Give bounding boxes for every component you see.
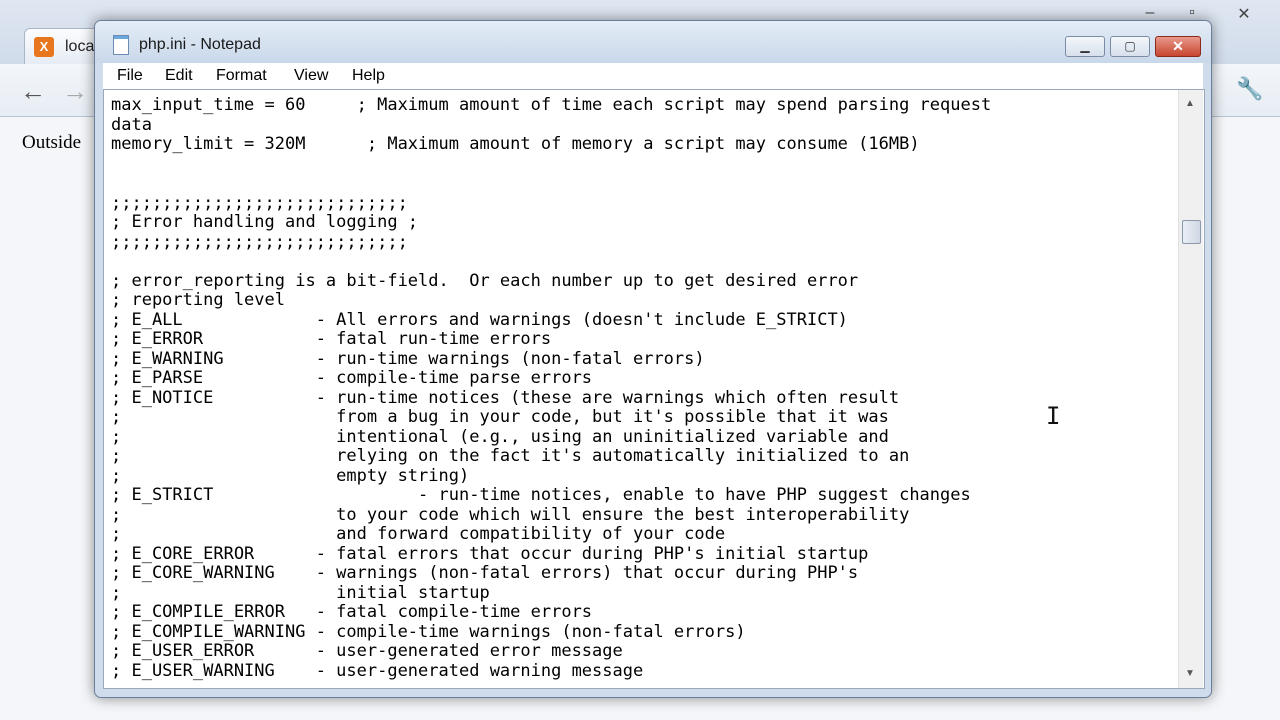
text-line: ; E_COMPILE_WARNING - compile-time warni… — [111, 621, 746, 642]
text-line — [111, 174, 1173, 194]
scroll-down-arrow-icon[interactable]: ▼ — [1185, 668, 1195, 679]
text-line — [111, 155, 1173, 175]
browser-page-text: Outside — [22, 132, 82, 153]
text-line: ; E_ERROR - fatal run-time errors — [111, 329, 552, 349]
text-line: ; error_reporting is a bit-field. Or eac… — [111, 270, 859, 291]
text-line: ; E_CORE_ERROR - fatal errors that occur… — [111, 543, 869, 564]
text-line: ; initial startup — [111, 582, 490, 603]
text-line: ; intentional (e.g., using an uninitiali… — [111, 426, 889, 447]
menu-bar: File Edit Format View Help — [103, 63, 1203, 89]
browser-tab-title: loca — [65, 38, 95, 55]
window-title: php.ini - Notepad — [139, 36, 261, 53]
text-line: ; Error handling and logging ; — [111, 212, 419, 232]
notepad-titlebar[interactable]: php.ini - Notepad ▁ ▢ ✕ — [95, 21, 1211, 63]
text-line: ;;;;;;;;;;;;;;;;;;;;;;;;;;;;; — [111, 231, 408, 252]
close-button[interactable]: ✕ — [1155, 36, 1201, 57]
back-arrow-icon[interactable]: ← — [20, 76, 46, 107]
text-line: data — [111, 114, 152, 135]
text-line: ;;;;;;;;;;;;;;;;;;;;;;;;;;;;; — [111, 192, 408, 213]
vertical-scrollbar[interactable]: ▲ ▼ — [1178, 90, 1203, 688]
text-line: ; E_USER_ERROR - user-generated error me… — [111, 641, 623, 661]
text-line: ; E_NOTICE - run-time notices (these are… — [111, 387, 900, 408]
text-line — [111, 252, 1173, 272]
text-line: ; E_COMPILE_ERROR - fatal compile-time e… — [111, 602, 593, 622]
menu-file[interactable]: File — [117, 67, 143, 85]
text-line: ; E_ALL - All errors and warnings (doesn… — [111, 309, 848, 330]
text-line: ; E_USER_WARNING - user-generated warnin… — [111, 660, 644, 681]
scroll-up-arrow-icon[interactable]: ▲ — [1185, 98, 1195, 109]
maximize-button[interactable]: ▢ — [1110, 36, 1150, 57]
text-line: ; E_WARNING - run-time warnings (non-fat… — [111, 348, 705, 369]
editor-text-area[interactable]: max_input_time = 60 ; Maximum amount of … — [111, 96, 1173, 686]
text-line: ; E_STRICT - run-time notices, enable to… — [111, 485, 971, 505]
text-line: ; E_CORE_WARNING - warnings (non-fatal e… — [111, 563, 859, 583]
menu-format[interactable]: Format — [216, 67, 267, 85]
wrench-icon[interactable]: 🔧 — [1236, 76, 1263, 102]
text-line: memory_limit = 320M ; Maximum amount of … — [111, 134, 920, 154]
text-line: ; reporting level — [111, 290, 285, 310]
menu-edit[interactable]: Edit — [165, 67, 193, 85]
forward-arrow-icon[interactable]: → — [62, 76, 88, 107]
browser-close-icon[interactable]: ✕ — [1232, 4, 1256, 24]
menu-help[interactable]: Help — [352, 67, 385, 85]
menu-view[interactable]: View — [294, 67, 328, 85]
xampp-favicon-icon: X — [34, 37, 54, 57]
text-editor[interactable]: max_input_time = 60 ; Maximum amount of … — [103, 89, 1205, 689]
text-line: ; E_PARSE - compile-time parse errors — [111, 368, 593, 388]
text-line: ; relying on the fact it's automatically… — [111, 446, 910, 466]
minimize-button[interactable]: ▁ — [1065, 36, 1105, 57]
notepad-window: php.ini - Notepad ▁ ▢ ✕ File Edit Format… — [94, 20, 1212, 698]
text-line: ; empty string) — [111, 465, 470, 486]
text-line: ; from a bug in your code, but it's poss… — [111, 407, 889, 427]
notepad-icon — [113, 35, 129, 55]
text-line: ; and forward compatibility of your code — [111, 524, 726, 544]
text-line: max_input_time = 60 ; Maximum amount of … — [111, 96, 992, 115]
scroll-thumb[interactable] — [1182, 220, 1201, 244]
text-cursor-icon: I — [1046, 402, 1061, 430]
text-line: ; to your code which will ensure the bes… — [111, 504, 910, 525]
